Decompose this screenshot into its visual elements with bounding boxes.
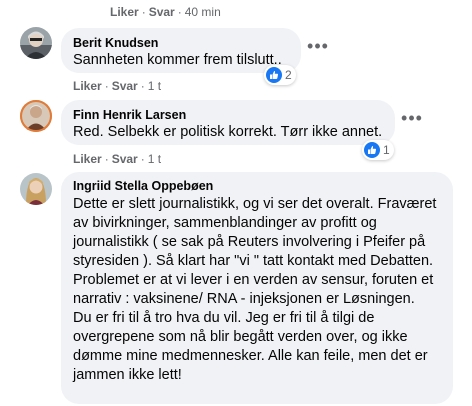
comment-text-line: Problemet er at vi lever i en verden av … [73, 272, 434, 288]
reaction-badge[interactable]: 2 [264, 65, 296, 85]
more-options-icon[interactable]: ••• [398, 109, 426, 132]
comment-actions: Liker · Svar · 1 t [73, 79, 162, 93]
avatar[interactable] [20, 100, 52, 132]
comment-actions: Liker · Svar · 1 t [73, 152, 162, 166]
avatar[interactable] [20, 27, 52, 59]
comment-text: Red. Selbekk er politisk korrekt. Tørr i… [73, 124, 383, 140]
avatar[interactable] [20, 173, 52, 205]
comment-author[interactable]: Berit Knudsen [73, 35, 289, 51]
comment-time[interactable]: 1 t [148, 152, 161, 166]
comment-time[interactable]: 40 min [185, 5, 221, 19]
comment-text-line: journalistikk ( se sak på Reuters involv… [73, 234, 426, 250]
avatar-photo [20, 173, 52, 205]
thumbs-up-icon [266, 67, 282, 83]
comment-text: Sannheten kommer frem tilslutt.. [73, 52, 282, 68]
comment-text-line: styresiden ). Så klart har "vi " tatt ko… [73, 253, 434, 269]
reply-action[interactable]: Svar [112, 152, 138, 166]
comment-text-line: Du er fri til å tro hva du vil. Jeg er f… [73, 310, 375, 326]
thumbs-up-icon [364, 142, 380, 158]
comment-text-line: dømme mine medmennesker. Alle kan feile,… [73, 348, 428, 364]
avatar-photo [20, 100, 52, 132]
comment-time[interactable]: 1 t [148, 79, 161, 93]
comment-text-line: Dette er slett journalistikk, og vi ser … [73, 196, 437, 212]
comment-bubble: Berit Knudsen Sannheten kommer frem tils… [61, 28, 301, 73]
like-action[interactable]: Liker [110, 5, 139, 19]
comment-author[interactable]: Ingriid Stella Oppebøen [73, 178, 441, 194]
previous-comment-actions: Liker · Svar · 40 min [110, 5, 221, 19]
comment-bubble: Finn Henrik Larsen Red. Selbekk er polit… [61, 100, 395, 145]
reaction-count: 2 [285, 68, 292, 82]
reaction-count: 1 [383, 143, 390, 157]
comment-bubble: Ingriid Stella Oppebøen Dette er slett j… [61, 172, 453, 404]
comment-text-line: av bivirkninger, sammenblandinger av pro… [73, 215, 377, 231]
comment-text: Dette er slett journalistikk, og vi ser … [73, 195, 441, 385]
reply-action[interactable]: Svar [112, 79, 138, 93]
comment-text-line: jammen ikke lett! [73, 367, 182, 383]
like-action[interactable]: Liker [73, 152, 102, 166]
comment-text-line: narrativ : vaksinene/ RNA - injeksjonen … [73, 291, 415, 307]
like-action[interactable]: Liker [73, 79, 102, 93]
reply-action[interactable]: Svar [149, 5, 175, 19]
avatar-photo [20, 27, 52, 59]
comment-author[interactable]: Finn Henrik Larsen [73, 107, 383, 123]
reaction-badge[interactable]: 1 [362, 140, 394, 160]
comment-text-line: overgrepene som nå blir begått verden ov… [73, 329, 408, 345]
more-options-icon[interactable]: ••• [304, 37, 332, 60]
